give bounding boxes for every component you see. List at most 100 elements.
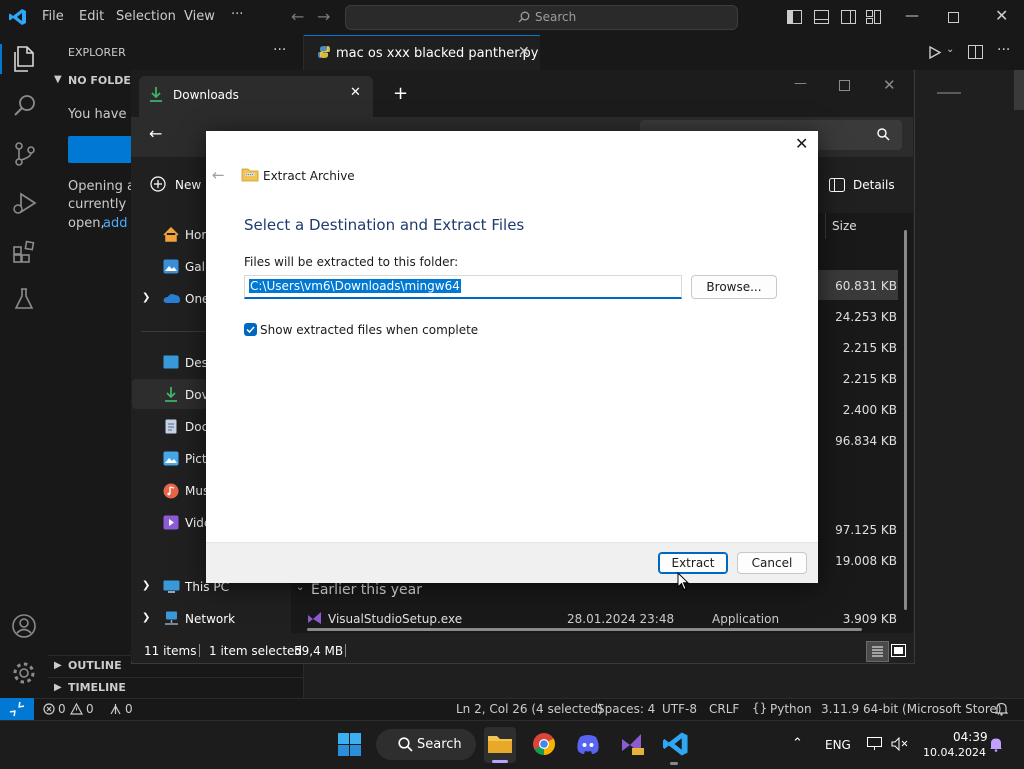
group-earlier-this-year[interactable]: Earlier this year	[311, 582, 422, 598]
file-name[interactable]: VisualStudioSetup.exe	[328, 612, 462, 626]
sidebar-more-icon[interactable]: ···	[273, 42, 286, 58]
horizontal-scrollbar[interactable]	[307, 628, 862, 631]
open-folder-button[interactable]	[68, 136, 132, 163]
toggle-panel-icon[interactable]	[814, 10, 829, 24]
line-endings[interactable]: CRLF	[709, 702, 739, 716]
file-list-scrollbar[interactable]	[904, 230, 907, 610]
explorer-search-icon[interactable]	[877, 128, 890, 141]
tiles-view-toggle[interactable]	[890, 642, 907, 659]
chevron-right-icon[interactable]: ▶	[54, 660, 62, 671]
chrome-icon[interactable]	[532, 732, 556, 756]
show-files-checkbox[interactable]	[244, 323, 257, 336]
minimize-icon[interactable]: —	[905, 8, 919, 24]
accounts-icon[interactable]	[11, 613, 37, 639]
python-interpreter[interactable]: 3.11.9 64-bit (Microsoft Store)	[821, 702, 1002, 716]
explorer-maximize-icon[interactable]	[839, 80, 850, 91]
menu-more[interactable]: ···	[231, 7, 243, 22]
run-dropdown-icon[interactable]: ⌄	[946, 44, 954, 55]
tab-close-icon[interactable]: ✕	[518, 44, 530, 60]
warning-icon[interactable]	[70, 703, 83, 715]
tab-active-file[interactable]: mac os xxx blacked panther.py ✕	[304, 35, 540, 71]
command-center-search[interactable]: Search	[345, 5, 738, 30]
new-tab-plus-icon[interactable]: +	[393, 83, 408, 104]
outline-section[interactable]: OUTLINE	[68, 659, 122, 672]
cursor-position[interactable]: Ln 2, Col 26 (4 selected)	[456, 702, 603, 716]
explorer-close-icon[interactable]: ✕	[883, 76, 896, 94]
clock-date[interactable]: 10.04.2024	[923, 746, 986, 759]
back-arrow-icon[interactable]: ←	[291, 7, 304, 26]
explorer-back-icon[interactable]: ←	[149, 124, 162, 143]
editor-scrollbar[interactable]	[1014, 70, 1024, 110]
maximize-icon[interactable]	[948, 12, 959, 23]
explorer-tab-close-icon[interactable]: ✕	[350, 85, 361, 100]
nav-item-network[interactable]: Network	[185, 612, 235, 626]
language-braces-icon[interactable]: {}	[752, 701, 767, 715]
new-button[interactable]: New	[175, 178, 201, 192]
files-icon[interactable]	[12, 46, 36, 72]
toggle-primary-sidebar-icon[interactable]	[787, 10, 802, 24]
nav-item-home[interactable]: Hor	[185, 228, 206, 242]
input-language[interactable]: ENG	[825, 738, 851, 752]
toggle-secondary-sidebar-icon[interactable]	[841, 10, 856, 24]
cancel-button[interactable]: Cancel	[737, 552, 807, 574]
browse-button[interactable]: Browse...	[691, 275, 777, 299]
run-python-icon[interactable]	[929, 46, 941, 59]
ports-count[interactable]: 0	[125, 702, 133, 716]
add-folder-link[interactable]: add	[103, 216, 127, 231]
visual-studio-preview-icon[interactable]	[620, 732, 644, 756]
close-icon[interactable]: ✕	[995, 6, 1008, 25]
discord-icon[interactable]	[576, 733, 600, 755]
details-pane-icon[interactable]	[829, 178, 845, 192]
forward-arrow-icon[interactable]: →	[317, 7, 330, 26]
menu-view[interactable]: View	[184, 9, 215, 24]
menu-file[interactable]: File	[42, 9, 64, 24]
nav-item-pictures[interactable]: Pict	[185, 452, 207, 466]
explorer-tab-downloads[interactable]: Downloads ✕	[139, 76, 373, 117]
column-header-size[interactable]: Size	[832, 219, 857, 233]
details-view-toggle[interactable]	[866, 641, 889, 662]
tray-overflow-chevron-icon[interactable]: ⌃	[792, 736, 803, 751]
chevron-right-icon[interactable]: ▶	[54, 682, 62, 693]
menu-edit[interactable]: Edit	[79, 9, 104, 24]
testing-icon[interactable]	[13, 287, 35, 311]
manage-gear-icon[interactable]	[11, 660, 37, 686]
ports-icon[interactable]	[109, 703, 122, 715]
indentation[interactable]: Spaces: 4	[597, 702, 655, 716]
no-folder-section[interactable]: NO FOLDER	[68, 74, 139, 87]
network-chevron-icon[interactable]: ❯	[142, 612, 150, 623]
split-editor-icon[interactable]	[968, 45, 983, 59]
remote-indicator[interactable]	[0, 698, 34, 720]
extensions-icon[interactable]	[12, 239, 38, 265]
customize-layout-icon[interactable]	[866, 10, 881, 24]
nav-expand-chevron-icon[interactable]: ❯	[142, 292, 150, 303]
warning-count[interactable]: 0	[86, 702, 94, 716]
nav-item-gallery[interactable]: Gall	[185, 260, 208, 274]
error-count[interactable]: 0	[58, 702, 66, 716]
editor-more-icon[interactable]: ···	[997, 42, 1010, 58]
taskbar-file-explorer[interactable]	[484, 727, 516, 763]
this-pc-chevron-icon[interactable]: ❯	[142, 580, 150, 591]
source-control-icon[interactable]	[13, 141, 37, 167]
explorer-minimize-icon[interactable]: —	[794, 76, 807, 91]
error-icon[interactable]	[43, 703, 55, 715]
network-tray-icon[interactable]	[866, 736, 883, 751]
new-plus-circle-icon[interactable]	[150, 176, 166, 192]
timeline-section[interactable]: TIMELINE	[68, 681, 126, 694]
language-mode[interactable]: Python	[770, 702, 812, 716]
details-button[interactable]: Details	[853, 178, 895, 192]
extract-button[interactable]: Extract	[658, 552, 728, 574]
windows-start-icon[interactable]	[338, 733, 361, 756]
taskbar-search-button[interactable]: Search	[376, 729, 476, 760]
menu-selection[interactable]: Selection	[116, 9, 176, 24]
dialog-close-icon[interactable]: ✕	[795, 134, 808, 153]
nav-item-documents[interactable]: Doc	[185, 420, 208, 434]
volume-muted-icon[interactable]	[891, 737, 908, 751]
vscode-taskbar-icon[interactable]	[663, 731, 689, 757]
notifications-bell-icon[interactable]	[995, 702, 1008, 716]
clock-time[interactable]: 04:39	[953, 730, 988, 744]
destination-path-input[interactable]: C:\Users\vm6\Downloads\mingw64	[244, 275, 682, 299]
group-collapse-chevron-icon[interactable]: ⌄	[296, 582, 304, 593]
search-view-icon[interactable]	[13, 93, 37, 117]
dialog-back-arrow-icon[interactable]: ←	[212, 166, 225, 184]
chevron-down-icon[interactable]: ▼	[54, 74, 62, 85]
